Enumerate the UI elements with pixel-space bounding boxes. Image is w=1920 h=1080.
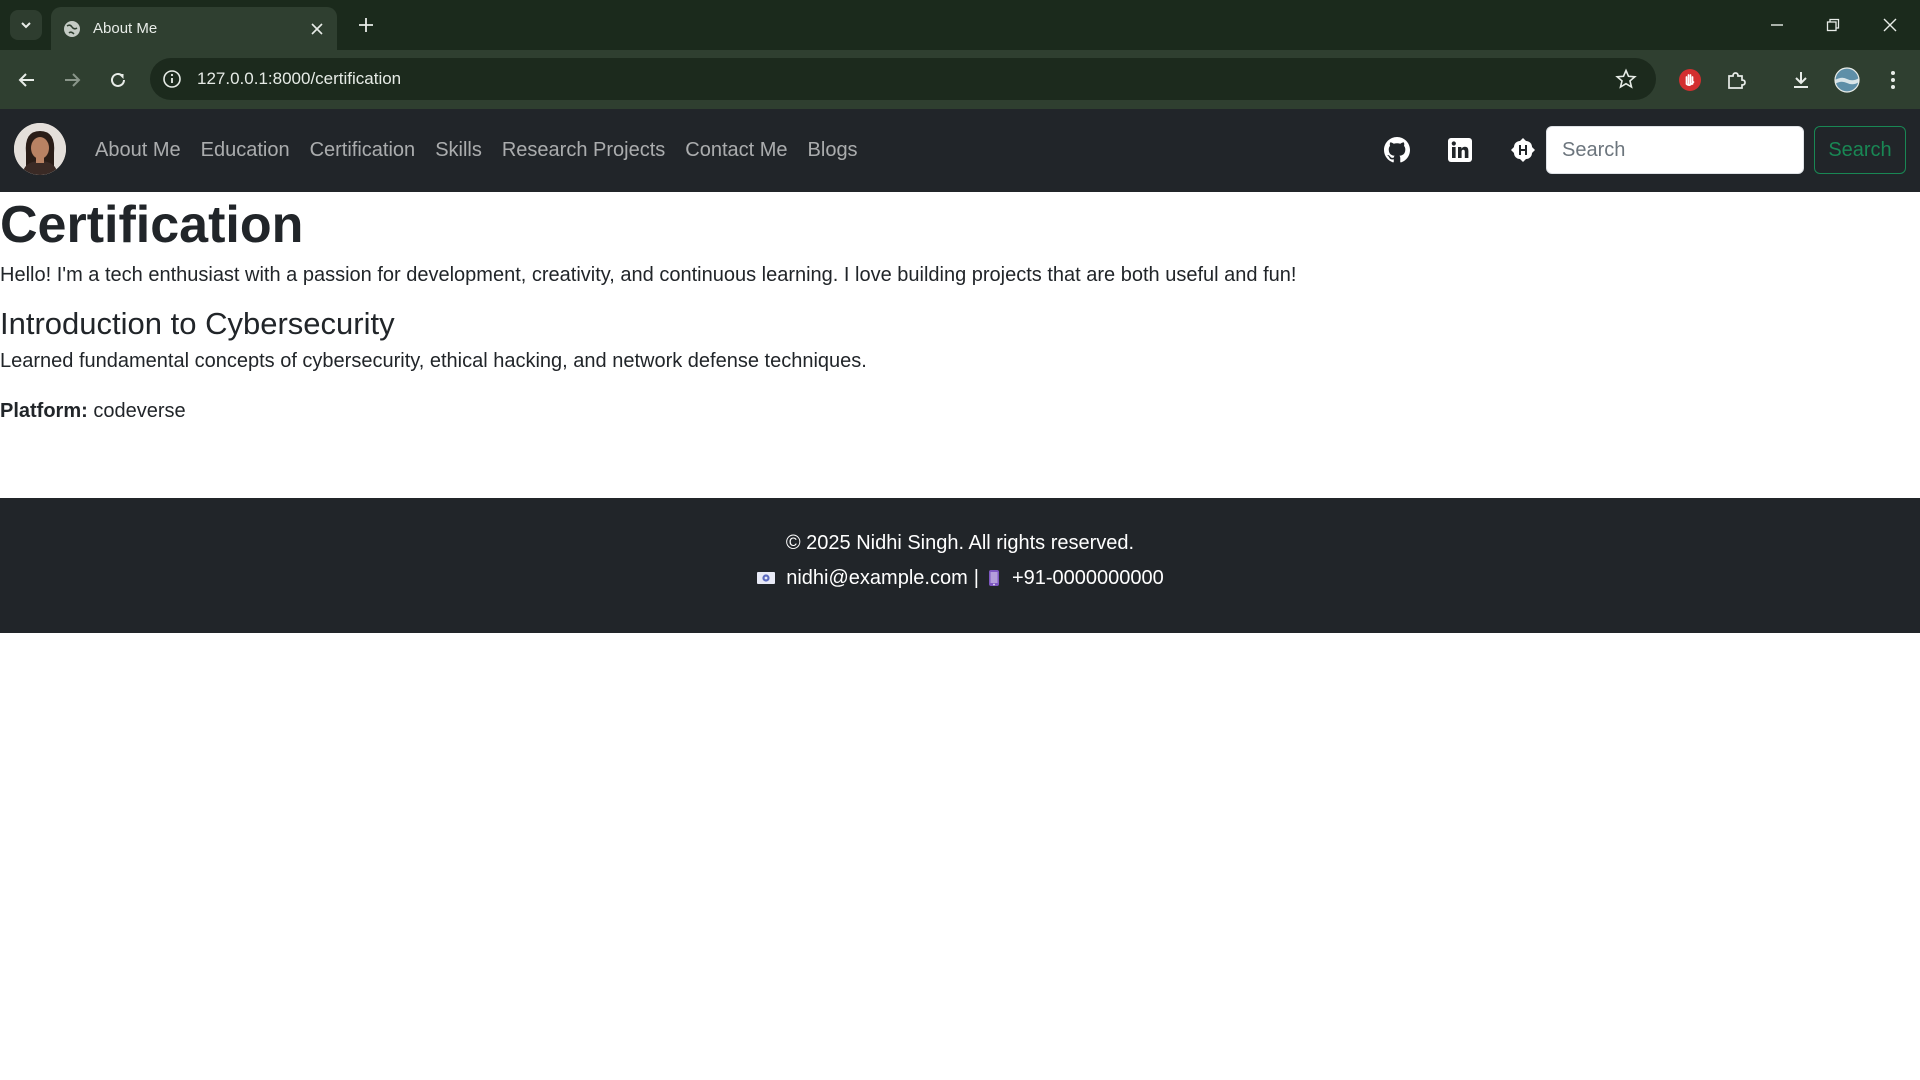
- puzzle-icon: [1728, 72, 1746, 89]
- tab-title: About Me: [93, 20, 158, 37]
- site-info-icon[interactable]: [161, 68, 183, 90]
- plus-icon: [359, 18, 373, 32]
- browser-toolbar: 127.0.0.1:8000/certification: [0, 50, 1920, 140]
- new-tab-button[interactable]: [354, 13, 378, 37]
- site-footer: © 2025 Nidhi Singh. All rights reserved.…: [0, 498, 1920, 633]
- reload-button[interactable]: [104, 66, 132, 94]
- profile-button[interactable]: [1833, 66, 1861, 94]
- email-icon: [757, 572, 776, 584]
- nav-link-education[interactable]: Education: [201, 139, 290, 162]
- linkedin-icon: [1448, 138, 1472, 162]
- github-icon: [1384, 137, 1410, 163]
- back-button[interactable]: [13, 66, 41, 94]
- intro-text: Hello! I'm a tech enthusiast with a pass…: [0, 264, 1297, 286]
- nav-link-contact-me[interactable]: Contact Me: [685, 139, 787, 162]
- restore-button[interactable]: [1820, 12, 1846, 38]
- certification-title: Introduction to Cybersecurity: [0, 306, 395, 341]
- url-text[interactable]: 127.0.0.1:8000/certification: [197, 69, 1615, 89]
- close-window-button[interactable]: [1877, 12, 1903, 38]
- close-icon: [1883, 18, 1897, 32]
- hashnode-link[interactable]: [1509, 136, 1537, 164]
- linkedin-link[interactable]: [1446, 136, 1474, 164]
- downloads-button[interactable]: [1787, 66, 1815, 94]
- profile-photo-icon: [14, 123, 66, 175]
- platform-value: codeverse: [93, 400, 186, 422]
- star-icon[interactable]: [1615, 68, 1637, 90]
- address-bar[interactable]: 127.0.0.1:8000/certification: [150, 58, 1656, 100]
- nav-link-about-me[interactable]: About Me: [95, 139, 181, 162]
- extension-adblock-button[interactable]: [1676, 66, 1704, 94]
- site-navbar: About Me Education Certification Skills …: [0, 109, 1920, 192]
- more-vertical-icon: [1891, 71, 1895, 89]
- copyright-text: © 2025 Nidhi Singh. All rights reserved.: [785, 532, 1135, 554]
- footer-email[interactable]: nidhi@example.com: [786, 563, 968, 593]
- page-title: Certification: [0, 196, 304, 254]
- platform-label: Platform:: [0, 400, 88, 422]
- browser-tab-bar: About Me: [0, 0, 1920, 50]
- certification-description: Learned fundamental concepts of cybersec…: [0, 350, 867, 372]
- certification-platform: Platform: codeverse: [0, 396, 1920, 426]
- forward-button[interactable]: [58, 66, 86, 94]
- github-link[interactable]: [1383, 136, 1411, 164]
- browser-menu-button[interactable]: [1879, 66, 1907, 94]
- chevron-down-icon: [21, 22, 31, 29]
- restore-icon: [1826, 18, 1840, 32]
- search-input[interactable]: [1546, 126, 1804, 174]
- download-icon: [1794, 72, 1808, 88]
- minimize-icon: [1771, 24, 1783, 26]
- search-button[interactable]: Search: [1814, 126, 1906, 174]
- minimize-button[interactable]: [1764, 12, 1790, 38]
- browser-tab-active[interactable]: About Me: [51, 7, 337, 50]
- close-icon[interactable]: [309, 21, 325, 37]
- arrow-right-icon: [65, 73, 81, 87]
- main-content: Certification Hello! I'm a tech enthusia…: [0, 192, 1920, 426]
- footer-separator: |: [973, 567, 979, 589]
- nav-links: About Me Education Certification Skills …: [95, 109, 878, 192]
- nav-link-certification[interactable]: Certification: [310, 139, 416, 162]
- footer-phone[interactable]: +91-0000000000: [1012, 563, 1164, 593]
- extensions-button[interactable]: [1722, 66, 1750, 94]
- brand-avatar[interactable]: [14, 123, 66, 175]
- certification-item: Introduction to Cybersecurity Learned fu…: [0, 304, 1920, 426]
- nav-link-skills[interactable]: Skills: [435, 139, 482, 162]
- phone-icon: [988, 570, 999, 586]
- nav-link-blogs[interactable]: Blogs: [808, 139, 858, 162]
- hashnode-icon: [1511, 138, 1535, 162]
- footer-contact: nidhi@example.com | +91-0000000000: [0, 563, 1920, 593]
- globe-icon: [64, 20, 80, 37]
- arrow-left-icon: [18, 73, 34, 87]
- hand-stop-icon: [1679, 69, 1701, 91]
- reload-icon: [111, 72, 125, 87]
- tab-search-button[interactable]: [10, 10, 42, 40]
- profile-avatar-icon: [1834, 67, 1860, 93]
- nav-link-research-projects[interactable]: Research Projects: [502, 139, 665, 162]
